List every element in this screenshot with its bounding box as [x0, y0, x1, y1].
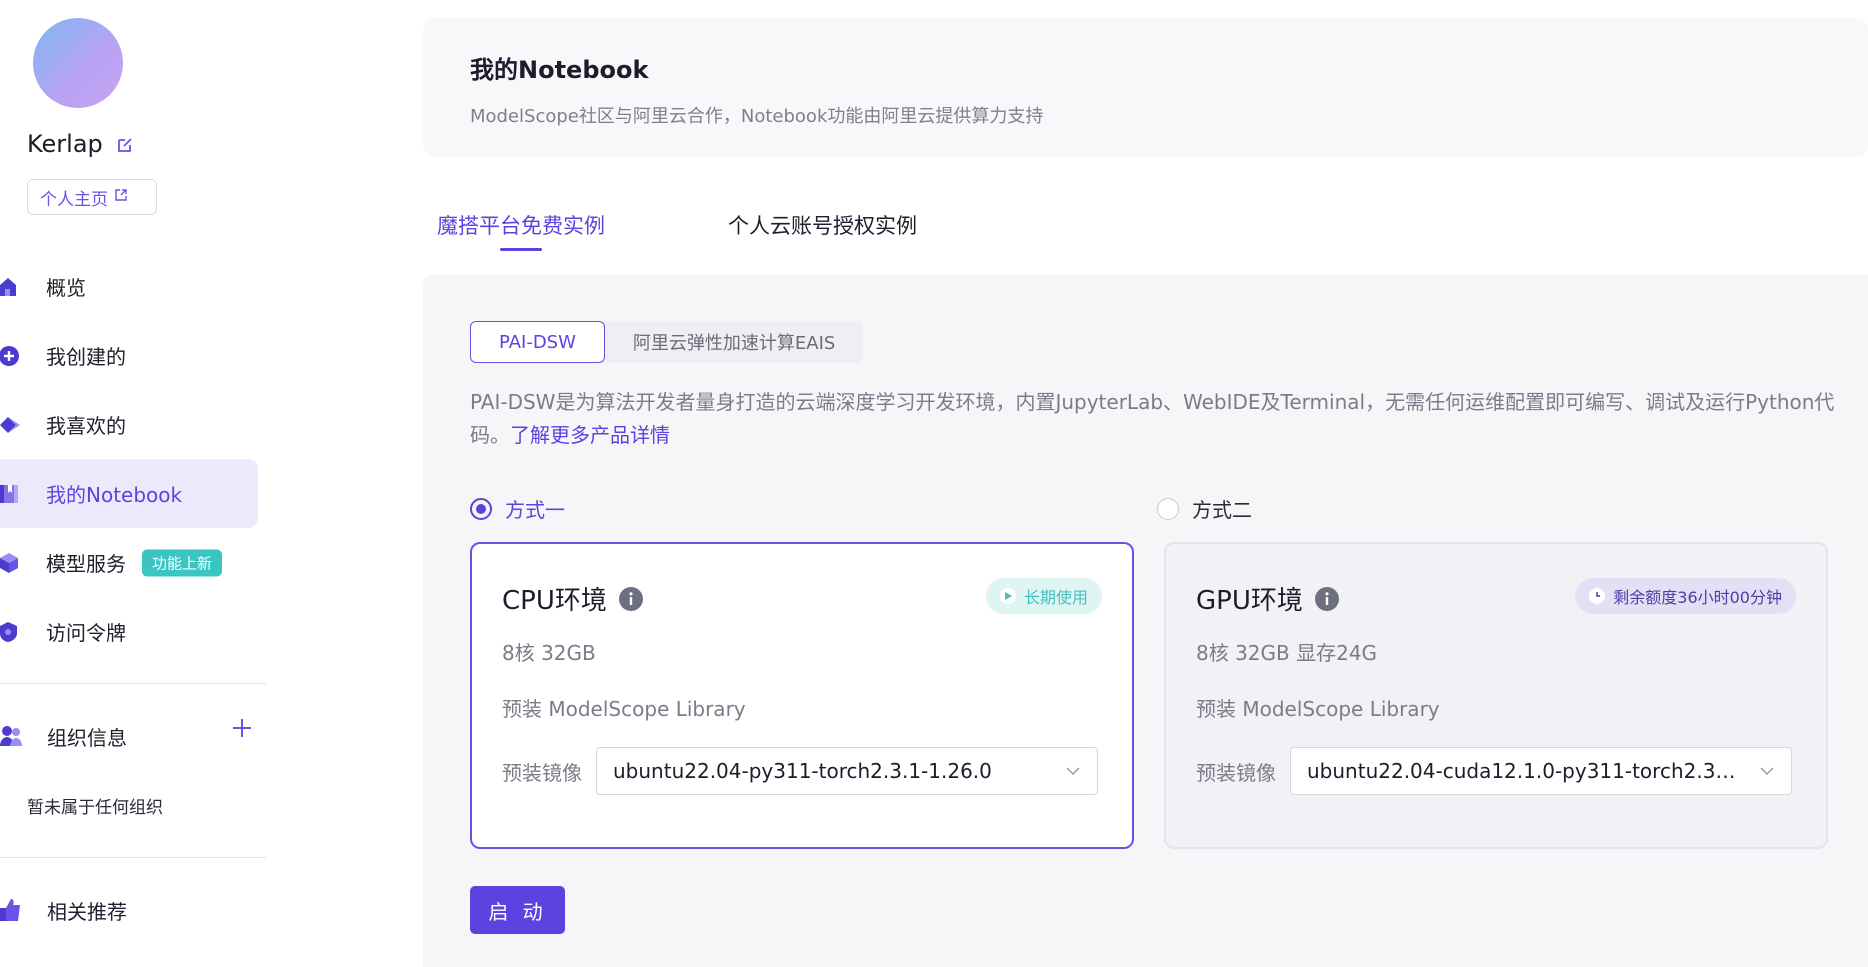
option-two-label: 方式二 [1192, 498, 1252, 522]
gpu-environment-card[interactable]: GPU环境 剩余额度36小时00分钟 8核 32GB 显存24G 预装 Mode… [1164, 542, 1828, 849]
option-one-radio[interactable]: 方式一 [470, 494, 565, 523]
username: Kerlap [27, 130, 103, 158]
personal-home-button[interactable]: 个人主页 [27, 179, 157, 215]
org-section-title: 组织信息 [0, 716, 258, 756]
cpu-image-value: ubuntu22.04-py311-torch2.3.1-1.26.0 [613, 759, 992, 783]
gpu-title-label: GPU环境 [1196, 586, 1303, 616]
sidebar-item-label: 我喜欢的 [46, 414, 126, 438]
chevron-down-icon [1760, 767, 1774, 776]
new-feature-badge: 功能上新 [142, 549, 223, 576]
info-icon[interactable] [1314, 586, 1339, 611]
chevron-down-icon [1066, 767, 1080, 776]
recommend-label: 相关推荐 [47, 899, 127, 924]
add-org-icon[interactable] [230, 716, 254, 740]
sidebar-item-label: 我创建的 [46, 345, 126, 369]
sidebar-nav: 概览 我创建的 我喜欢的 我的Notebook 模型服务 功能上新 访问令牌 [0, 252, 258, 666]
gpu-image-select[interactable]: ubuntu22.04-cuda12.1.0-py311-torch2.3...… [1290, 747, 1792, 795]
sidebar-item-label: 我的Notebook [46, 483, 183, 507]
option-two-radio[interactable]: 方式二 [1157, 494, 1252, 523]
sidebar-item-liked[interactable]: 我喜欢的 [0, 390, 258, 459]
shield-icon [0, 621, 17, 642]
thumbs-up-icon [0, 899, 20, 921]
gpu-library: 预装 ModelScope Library [1196, 697, 1440, 721]
org-empty-text: 暂未属于任何组织 [27, 798, 163, 818]
page-subtitle: ModelScope社区与阿里云合作，Notebook功能由阿里云提供算力支持 [470, 106, 1044, 127]
sidebar-item-label: 概览 [46, 276, 86, 300]
tab-authorized-instance[interactable]: 个人云账号授权实例 [728, 210, 917, 240]
tab-active-indicator [500, 248, 542, 251]
segment-pai-dsw[interactable]: PAI-DSW [470, 321, 605, 363]
page-header: 我的Notebook ModelScope社区与阿里云合作，Notebook功能… [423, 18, 1868, 157]
gpu-spec: 8核 32GB 显存24G [1196, 641, 1378, 665]
sidebar-item-model-service[interactable]: 模型服务 功能上新 [0, 528, 258, 597]
edit-icon[interactable] [116, 136, 134, 154]
cube-icon [0, 552, 18, 573]
notebook-icon [0, 484, 18, 503]
long-term-label: 长期使用 [1023, 588, 1088, 607]
info-icon[interactable] [618, 586, 643, 611]
cpu-environment-card[interactable]: CPU环境 长期使用 8核 32GB 预装 ModelScope Library… [470, 542, 1134, 849]
external-link-icon [115, 189, 127, 201]
cpu-card-title: CPU环境 [502, 580, 643, 617]
clock-icon [1589, 588, 1606, 604]
instance-tabs: 魔搭平台免费实例 个人云账号授权实例 [423, 200, 1423, 256]
tab-free-instance[interactable]: 魔搭平台免费实例 [437, 210, 605, 240]
long-term-badge: 长期使用 [985, 578, 1102, 614]
remaining-quota-badge: 剩余额度36小时00分钟 [1575, 578, 1796, 614]
sidebar-item-created[interactable]: 我创建的 [0, 321, 258, 390]
start-button[interactable]: 启 动 [470, 886, 565, 934]
gpu-image-value: ubuntu22.04-cuda12.1.0-py311-torch2.3...… [1307, 759, 1737, 783]
cpu-library: 预装 ModelScope Library [502, 697, 746, 721]
gpu-image-row: 预装镜像 ubuntu22.04-cuda12.1.0-py311-torch2… [1196, 747, 1792, 795]
cpu-image-row: 预装镜像 ubuntu22.04-py311-torch2.3.1-1.26.0 [502, 747, 1098, 795]
sidebar-item-recommend[interactable]: 相关推荐 [0, 890, 258, 930]
avatar[interactable] [33, 18, 123, 108]
divider [0, 683, 266, 684]
create-icon [0, 345, 19, 366]
sidebar: Kerlap 个人主页 概览 我创建的 我喜欢的 我的Notebook 模型服务… [0, 0, 266, 967]
gpu-image-label: 预装镜像 [1196, 760, 1276, 785]
divider [0, 857, 266, 858]
learn-more-link[interactable]: 了解更多产品详情 [510, 423, 670, 447]
cpu-image-select[interactable]: ubuntu22.04-py311-torch2.3.1-1.26.0 [596, 747, 1098, 795]
personal-home-label: 个人主页 [40, 189, 108, 210]
cpu-image-label: 预装镜像 [502, 760, 582, 785]
radio-unchecked-icon [1157, 497, 1179, 520]
team-icon [0, 726, 22, 746]
org-title-label: 组织信息 [47, 725, 127, 750]
home-icon [0, 277, 16, 296]
option-one-label: 方式一 [505, 498, 565, 522]
sidebar-item-notebook[interactable]: 我的Notebook [0, 459, 258, 528]
page-title: 我的Notebook [470, 56, 649, 84]
cpu-spec: 8核 32GB [502, 641, 596, 665]
remaining-quota-label: 剩余额度36小时00分钟 [1613, 588, 1782, 607]
instance-panel: PAI-DSW 阿里云弹性加速计算EAIS PAI-DSW是为算法开发者量身打造… [423, 274, 1868, 967]
cpu-title-label: CPU环境 [502, 586, 607, 616]
description-text: PAI-DSW是为算法开发者量身打造的云端深度学习开发环境，内置JupyterL… [470, 390, 1835, 447]
product-segment: PAI-DSW 阿里云弹性加速计算EAIS [470, 321, 864, 363]
segment-eais[interactable]: 阿里云弹性加速计算EAIS [605, 321, 863, 363]
sidebar-item-overview[interactable]: 概览 [0, 252, 258, 321]
play-icon [999, 588, 1016, 604]
gpu-card-title: GPU环境 [1196, 580, 1339, 617]
diamond-icon [0, 416, 20, 433]
sidebar-item-access-token[interactable]: 访问令牌 [0, 597, 258, 666]
product-description: PAI-DSW是为算法开发者量身打造的云端深度学习开发环境，内置JupyterL… [470, 386, 1840, 452]
radio-checked-icon [470, 497, 492, 520]
sidebar-item-label: 访问令牌 [46, 621, 126, 645]
sidebar-item-label: 模型服务 [46, 552, 126, 576]
